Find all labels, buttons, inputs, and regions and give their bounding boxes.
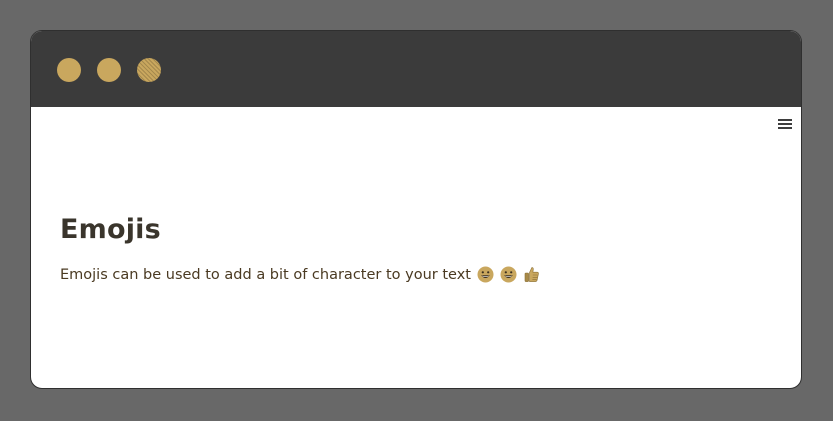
hamburger-menu-icon[interactable] <box>778 119 792 130</box>
title-bar <box>31 31 801 107</box>
body-paragraph: Emojis can be used to add a bit of chara… <box>60 266 540 283</box>
body-text: Emojis can be used to add a bit of chara… <box>60 266 471 283</box>
minimize-button[interactable] <box>97 58 121 82</box>
grinning-face-emoji-icon <box>477 266 494 283</box>
page-heading: Emojis <box>60 214 161 245</box>
maximize-button[interactable] <box>137 58 161 82</box>
close-button[interactable] <box>57 58 81 82</box>
grinning-face-emoji-icon <box>500 266 517 283</box>
browser-window: Emojis Emojis can be used to add a bit o… <box>30 30 802 389</box>
thumbs-up-emoji-icon <box>523 266 540 283</box>
